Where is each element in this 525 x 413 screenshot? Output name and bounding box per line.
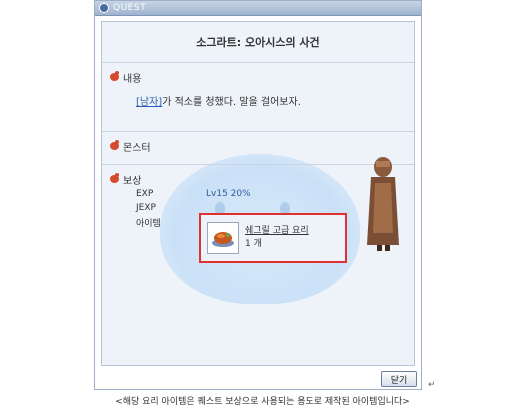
section-bullet-icon: [110, 173, 119, 183]
section-bullet-icon: [110, 71, 119, 81]
reward-header: 보상: [110, 171, 406, 187]
reward-item-name[interactable]: 쉐그릴 고급 요리: [245, 225, 309, 238]
reward-item-box[interactable]: 쉐그릴 고급 요리 1 개: [199, 213, 347, 263]
return-symbol: ↵: [428, 380, 436, 390]
reward-item-count: 1 개: [245, 239, 262, 249]
monster-header: 몬스터: [110, 138, 406, 154]
reward-item-text: 쉐그릴 고급 요리 1 개: [245, 225, 309, 251]
quest-title: 소그라트: 오아시스의 사건: [102, 22, 414, 63]
reward-label: 아이템: [136, 218, 161, 229]
window-title: QUEST: [113, 3, 147, 13]
window-titlebar[interactable]: QUEST: [95, 1, 421, 16]
content-text: [남자]가 적소를 청했다. 말을 걸어보자.: [136, 93, 406, 108]
content-header: 내용: [110, 69, 406, 85]
section-bullet-icon: [110, 140, 119, 150]
close-button[interactable]: 닫기: [381, 371, 417, 387]
reward-header-label: 보상: [123, 175, 142, 187]
reward-label: EXP: [136, 189, 154, 199]
content-body: 가 적소를 청했다. 말을 걸어보자.: [162, 97, 301, 108]
content-section: 내용 [남자]가 적소를 청했다. 말을 걸어보자.: [102, 63, 414, 132]
npc-figure-illustration: [367, 157, 399, 251]
window-orb-icon: [99, 3, 109, 13]
roast-food-icon: [207, 222, 239, 254]
reward-value: Lv15 20%: [206, 189, 251, 199]
quest-window: QUEST 소그라트: 오아시스의 사건 내용 [남자]가 적소를 청했다. 말…: [94, 0, 422, 390]
image-caption: <해당 요리 아이템은 퀘스트 보상으로 사용되는 용도로 제작된 아이템입니다…: [115, 397, 410, 407]
monster-header-label: 몬스터: [123, 142, 151, 154]
npc-link[interactable]: [남자]: [136, 97, 162, 108]
reward-label: JEXP: [136, 203, 156, 213]
content-header-label: 내용: [123, 73, 142, 85]
